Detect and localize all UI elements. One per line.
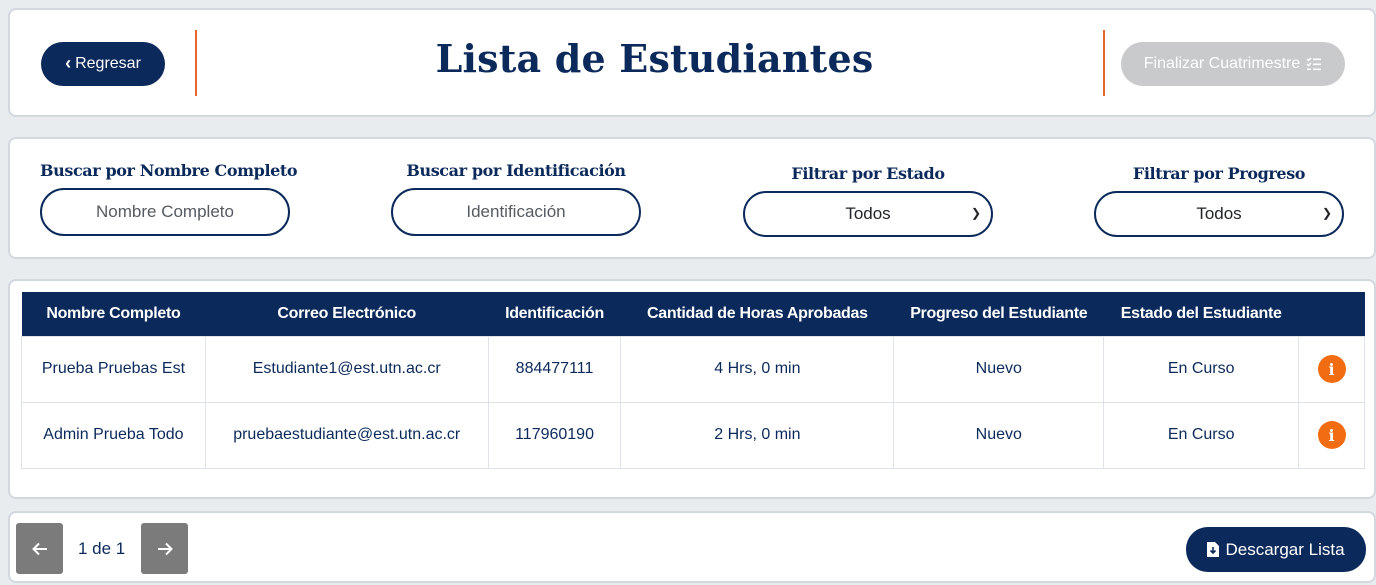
filter-id: Buscar por Identificación Identificación [391,161,641,236]
column-header: Correo Electrónico [277,304,417,322]
filters-card: Buscar por Nombre Completo Nombre Comple… [8,137,1376,259]
cell-actions: i [1298,401,1365,469]
cell-state: En Curso [1103,335,1300,403]
arrow-right-icon [157,542,173,555]
column-header: Nombre Completo [46,304,181,322]
cell-actions: i [1298,335,1365,403]
progress-select[interactable]: Todos ❯ [1094,191,1344,237]
cell-full-name: Admin Prueba Todo [21,401,206,469]
cell-approved-hours: 2 Hrs, 0 min [620,401,895,469]
column-header: Progreso del Estudiante [910,304,1088,322]
download-list-label: Descargar Lista [1225,539,1345,559]
arrow-left-icon [31,542,47,555]
column-header: Estado del Estudiante [1120,304,1282,322]
column-header: Cantidad de Horas Aprobadas [647,304,868,322]
page-title: Lista de Estudiantes [435,36,874,81]
state-select[interactable]: Todos ❯ [743,191,993,237]
progress-select-value: Todos [1196,204,1242,223]
name-search-input[interactable]: Nombre Completo [40,188,290,236]
download-list-button[interactable]: Descargar Lista [1186,527,1366,572]
filter-progress: Filtrar por Progreso Todos ❯ [1094,164,1344,237]
cell-approved-hours: 4 Hrs, 0 min [620,335,895,403]
finalize-term-button[interactable]: Finalizar Cuatrimestre [1121,42,1345,86]
list-check-icon [1306,57,1322,71]
cell-state: En Curso [1103,401,1300,469]
info-icon[interactable]: i [1317,421,1346,449]
pagination-info: 1 de 1 [78,539,126,558]
column-header [1299,292,1365,336]
id-search-input[interactable]: Identificación [391,188,641,236]
cell-email: pruebaestudiante@est.utn.ac.cr [204,401,489,469]
previous-page-button[interactable] [16,523,63,574]
filter-progress-label: Filtrar por Progreso [1132,164,1306,183]
state-select-value: Todos [845,204,891,223]
header-card: ‹ Regresar Lista de Estudiantes Finaliza… [8,8,1376,117]
table-row: Prueba Pruebas Est Estudiante1@est.utn.a… [21,335,1365,403]
file-download-icon [1207,542,1220,557]
cell-full-name: Prueba Pruebas Est [21,335,206,403]
divider-right [1103,30,1105,96]
back-button-label: Regresar [75,55,141,72]
cell-progress: Nuevo [893,401,1105,469]
cell-progress: Nuevo [893,335,1105,403]
column-header: Identificación [505,304,604,322]
students-table: Nombre Completo Correo Electrónico Ident… [21,292,1365,469]
next-page-button[interactable] [141,523,188,574]
filter-state: Filtrar por Estado Todos ❯ [743,164,993,237]
table-row: Admin Prueba Todo pruebaestudiante@est.u… [21,401,1365,469]
cell-identification: 884477111 [487,335,622,403]
cell-identification: 117960190 [487,401,622,469]
filter-name: Buscar por Nombre Completo Nombre Comple… [40,161,298,236]
footer-card: 1 de 1 Descargar Lista [8,511,1376,583]
chevron-down-icon: ❯ [970,206,981,220]
table-card: Nombre Completo Correo Electrónico Ident… [8,279,1376,499]
filter-state-label: Filtrar por Estado [791,164,945,183]
chevron-left-icon: ‹ [65,52,72,73]
finalize-term-label: Finalizar Cuatrimestre [1143,55,1301,72]
chevron-down-icon: ❯ [1321,206,1332,220]
filter-name-label: Buscar por Nombre Completo [40,161,298,180]
cell-email: Estudiante1@est.utn.ac.cr [204,335,489,403]
filter-id-label: Buscar por Identificación [406,161,626,180]
divider-left [195,30,197,96]
info-icon[interactable]: i [1317,355,1346,383]
table-header-row: Nombre Completo Correo Electrónico Ident… [21,292,1365,336]
back-button[interactable]: ‹ Regresar [41,42,165,86]
